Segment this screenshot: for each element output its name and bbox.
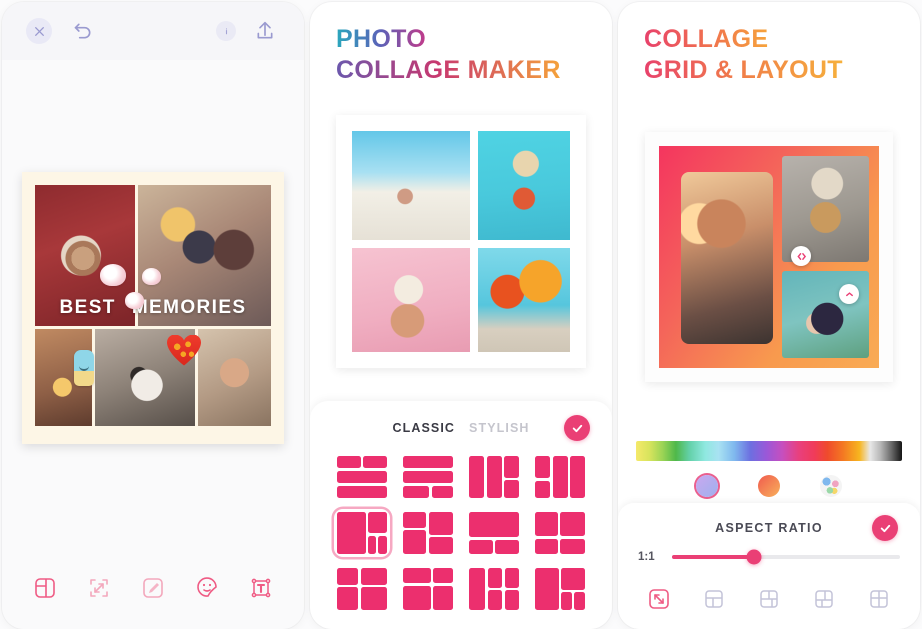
layout-option-2[interactable]	[400, 453, 456, 501]
aspect-ratio-slider[interactable]	[672, 549, 900, 565]
grid-layout-panel: COLLAGE GRID & LAYOUT ASPECT RATIO 1:1	[618, 2, 920, 629]
layout-option-4[interactable]	[532, 453, 588, 501]
background-options	[636, 461, 902, 497]
collage-photo-hands[interactable]	[197, 328, 271, 427]
layout-picker: CLASSIC STYLISH	[310, 401, 612, 629]
layout-option-6[interactable]	[400, 509, 456, 557]
eyedropper-icon[interactable]	[137, 572, 169, 604]
aspect-ratio-section: ASPECT RATIO 1:1	[618, 503, 920, 575]
collage-preview[interactable]: BEST MEMORIES	[22, 171, 284, 444]
layout-thumbnail-grid	[326, 451, 596, 615]
layout-option-9[interactable]	[334, 565, 390, 613]
color-spectrum-strip[interactable]	[636, 441, 902, 461]
collage-photo-couple[interactable]	[138, 184, 271, 326]
slider-fill	[672, 555, 755, 559]
grid-layout-icon-3[interactable]	[810, 585, 838, 613]
editor-toolbar	[2, 555, 304, 629]
editor-panel: BEST MEMORIES	[2, 2, 304, 629]
collage-preview-2[interactable]	[336, 114, 586, 368]
panel2-heading: PHOTO COLLAGE MAKER	[310, 2, 612, 85]
collage-grid-3	[659, 146, 879, 368]
aspect-ratio-title: ASPECT RATIO	[715, 521, 823, 535]
aspect-ratio-header: ASPECT RATIO	[634, 515, 904, 541]
sticker-icon[interactable]	[191, 572, 223, 604]
panel3-bottom-nav	[618, 575, 920, 629]
confirm-aspect-button[interactable]	[872, 515, 898, 541]
collage-grid	[35, 184, 271, 427]
layout-option-12[interactable]	[532, 565, 588, 613]
collage-bottom-row	[35, 328, 271, 427]
photo-smiling-girl-sunset[interactable]	[681, 172, 774, 344]
collage-photo-dog[interactable]	[95, 328, 195, 427]
layout-option-8[interactable]	[532, 509, 588, 557]
panel2-title-line1: PHOTO	[336, 25, 426, 53]
photo-beach-umbrellas[interactable]	[477, 247, 570, 352]
layout-option-7[interactable]	[466, 509, 522, 557]
aspect-ratio-value: 1:1	[638, 551, 655, 563]
photo-woman-sunglasses[interactable]	[477, 130, 570, 240]
photo-ice-cream-cone[interactable]	[352, 247, 470, 352]
slider-knob[interactable]	[746, 549, 762, 565]
panel3-heading: COLLAGE GRID & LAYOUT	[618, 2, 920, 85]
layout-picker-tabs: CLASSIC STYLISH	[392, 421, 529, 435]
collage-photo-lantern[interactable]	[35, 328, 93, 427]
collage-photo-coffee[interactable]	[35, 184, 136, 326]
undo-icon[interactable]	[68, 16, 98, 46]
solid-color-swatch[interactable]	[696, 475, 718, 497]
confirm-layout-button[interactable]	[564, 415, 590, 441]
photo-blonde-girl-beach[interactable]	[782, 156, 869, 263]
grid-layout-icon-2[interactable]	[755, 585, 783, 613]
grid-layout-icon-1[interactable]	[700, 585, 728, 613]
layout-option-5[interactable]	[334, 509, 390, 557]
tab-classic[interactable]: CLASSIC	[392, 421, 455, 435]
layout-option-10[interactable]	[400, 565, 456, 613]
layout-option-11[interactable]	[466, 565, 522, 613]
layout-option-3[interactable]	[466, 453, 522, 501]
collage-preview-3[interactable]	[645, 132, 893, 382]
resize-handle[interactable]	[839, 284, 859, 304]
resize-handle[interactable]	[791, 246, 811, 266]
panel2-title-line2: COLLAGE MAKER	[336, 55, 561, 84]
export-icon[interactable]	[250, 16, 280, 46]
grid-layout-icon-4[interactable]	[865, 585, 893, 613]
info-icon[interactable]	[216, 21, 236, 41]
background-color-section	[618, 433, 920, 503]
collage-grid-2	[352, 130, 570, 352]
panel2-canvas	[310, 85, 612, 401]
text-icon[interactable]	[245, 572, 277, 604]
tab-stylish[interactable]: STYLISH	[469, 421, 529, 435]
layout-icon[interactable]	[29, 572, 61, 604]
panel3-canvas	[618, 85, 920, 433]
layout-picker-header: CLASSIC STYLISH	[326, 413, 596, 443]
panel3-title-line1: COLLAGE	[644, 25, 769, 53]
photo-beach-couple[interactable]	[352, 130, 470, 240]
panel3-title-line2: GRID & LAYOUT	[644, 55, 843, 84]
collage-maker-panel: PHOTO COLLAGE MAKER CLASSIC STYLISH	[310, 2, 612, 629]
screenshot-stage: BEST MEMORIES PHOTO COLLAGE MAKER CLASSI…	[0, 0, 922, 629]
editor-canvas[interactable]: BEST MEMORIES	[2, 60, 304, 555]
pattern-swatch[interactable]	[820, 475, 842, 497]
resize-icon[interactable]	[83, 572, 115, 604]
photo-hands-holding-berries[interactable]	[782, 271, 869, 358]
crop-resize-icon[interactable]	[645, 585, 673, 613]
layout-option-1[interactable]	[334, 453, 390, 501]
close-icon[interactable]	[26, 18, 52, 44]
editor-topbar	[2, 2, 304, 60]
gradient-swatch[interactable]	[758, 475, 780, 497]
aspect-ratio-slider-row: 1:1	[634, 541, 904, 567]
